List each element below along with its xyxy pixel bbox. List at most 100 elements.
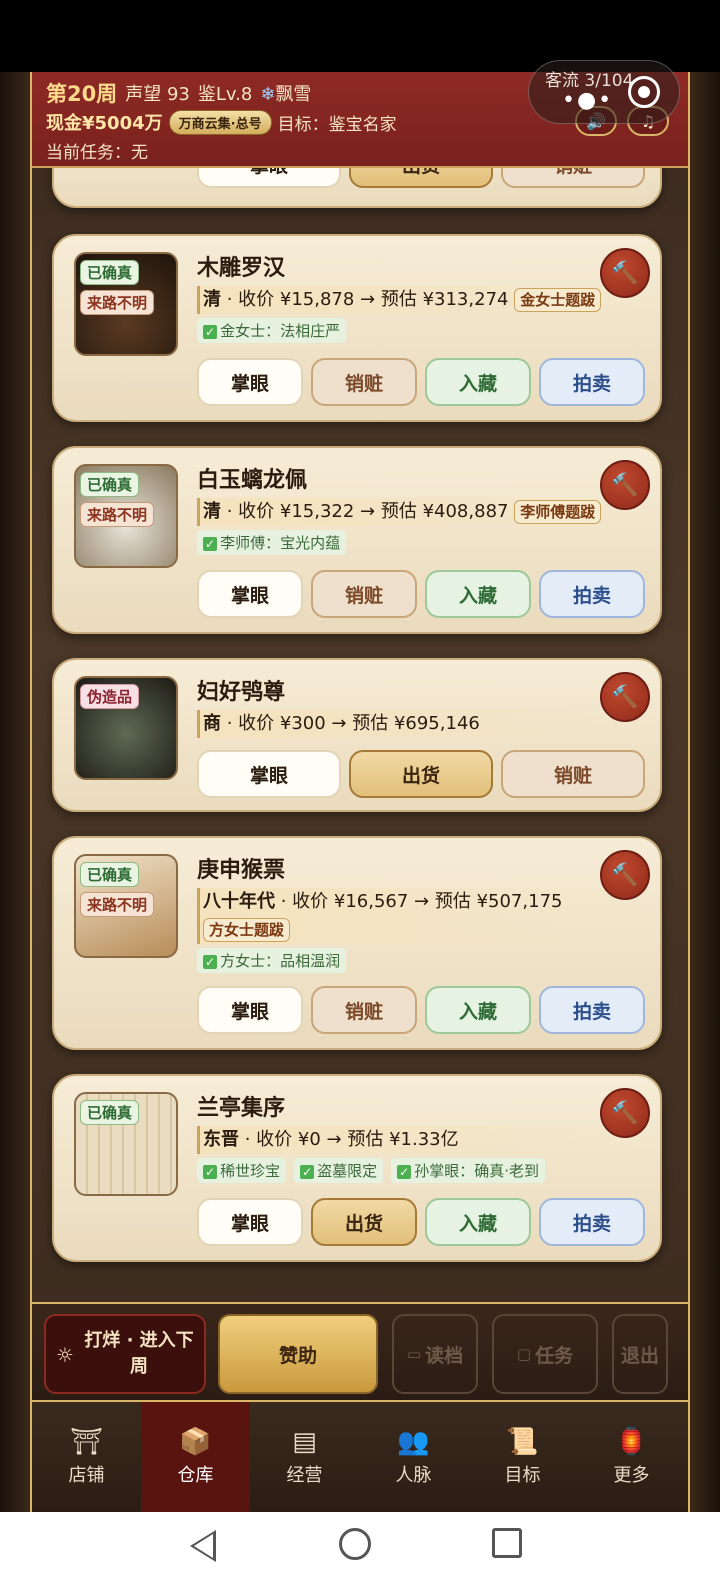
sun-icon: ☼ [56, 1343, 74, 1367]
collect-button[interactable]: 入藏 [425, 358, 531, 406]
close-capsule-icon[interactable] [628, 76, 660, 108]
ship-button[interactable]: 出货 [349, 168, 493, 188]
system-nav-bar [0, 1512, 720, 1588]
item-name: 庚申猴票 [197, 858, 286, 883]
load-button[interactable]: ▭ 读档 [392, 1314, 478, 1394]
appraise-button[interactable]: 掌眼 [197, 1198, 303, 1246]
hammer-button[interactable]: 🔨 [600, 850, 650, 900]
inventory-list[interactable]: 掌眼 出货 销赃 已确真 来路不明 木雕罗汉 清 · 收价 ¥15,878 → … [32, 168, 688, 1302]
fence-button[interactable]: 销赃 [311, 570, 417, 618]
collect-button[interactable]: 入藏 [425, 570, 531, 618]
item-info: 八十年代 · 收价 ¥16,567 → 预估 ¥507,175 方女士题跋 [197, 888, 647, 944]
hammer-button[interactable]: 🔨 [600, 248, 650, 298]
check-icon: ✓ [203, 955, 218, 969]
provenance-tag: 来路不明 [80, 892, 155, 917]
scroll-icon: 📜 [506, 1427, 539, 1457]
auction-button[interactable]: 拍卖 [539, 986, 645, 1034]
shop-icon: ⛩ [69, 1427, 103, 1457]
item-name: 兰亭集序 [197, 1096, 286, 1121]
week-label: 第20周 [46, 82, 118, 106]
game-frame: 第20周 声望 93 鉴Lv.8 ❄飘雪 现金¥5004万 万商云集·总号 目标… [0, 72, 720, 1512]
item-card: 伪造品 妇好鸮尊 商 · 收价 ¥300 → 预估 ¥695,146 掌眼 出货… [52, 658, 662, 812]
folder-icon: ▭ [406, 1345, 422, 1363]
appraise-button[interactable]: 掌眼 [197, 168, 341, 188]
collect-button[interactable]: 入藏 [425, 1198, 531, 1246]
item-thumbnail: 已确真 来路不明 [74, 854, 178, 958]
tab-bar: ⛩ 店铺 📦 仓库 ▤ 经营 👥 人脉 📜 目标 🏮 更多 [32, 1402, 688, 1512]
hammer-icon: 🔨 [611, 862, 639, 888]
people-icon: 👥 [397, 1427, 430, 1457]
hammer-button[interactable]: 🔨 [600, 672, 650, 722]
trait-chip: ✓ 盗墓限定 [294, 1158, 384, 1183]
auction-button[interactable]: 拍卖 [539, 570, 645, 618]
hammer-button[interactable]: 🔨 [600, 460, 650, 510]
ship-button[interactable]: 出货 [349, 750, 493, 798]
expert-chip: ✓ 方女士：品相温润 [197, 948, 347, 973]
more-dots-icon[interactable]: •●• [562, 88, 613, 113]
sponsor-button[interactable]: 赞助 [218, 1314, 378, 1394]
auction-button[interactable]: 拍卖 [539, 358, 645, 406]
check-icon: ✓ [300, 1165, 315, 1179]
tab-goals[interactable]: 📜 目标 [468, 1402, 577, 1512]
close-shop-button[interactable]: ☼ 打烊 · 进入下周 [44, 1314, 206, 1394]
exit-button[interactable]: 退出 [612, 1314, 668, 1394]
hammer-icon: 🔨 [611, 684, 639, 710]
weather: ❄飘雪 [260, 84, 312, 105]
item-card: 已确真 兰亭集序 东晋 · 收价 ¥0 → 预估 ¥1.33亿 ✓ 稀世珍宝 ✓ 盗… [52, 1074, 662, 1262]
appraise-level: 鉴Lv.8 [197, 84, 253, 105]
ship-button[interactable]: 出货 [311, 1198, 417, 1246]
current-task: 当前任务：无 [46, 143, 148, 163]
appraise-button[interactable]: 掌眼 [197, 570, 303, 618]
hammer-icon: 🔨 [611, 260, 639, 286]
provenance-tag: 来路不明 [80, 290, 155, 315]
goal: 目标：鉴宝名家 [277, 114, 397, 135]
hammer-icon: 🔨 [611, 1100, 639, 1126]
appraise-button[interactable]: 掌眼 [197, 358, 303, 406]
fence-button[interactable]: 销赃 [311, 986, 417, 1034]
expert-chip: ✓ 李师傅：宝光内蕴 [197, 530, 347, 555]
status-tag: 已确真 [80, 260, 140, 285]
fence-button[interactable]: 销赃 [311, 358, 417, 406]
expert-chip: ✓ 孙掌眼：确真·老到 [391, 1158, 545, 1183]
appraise-button[interactable]: 掌眼 [197, 986, 303, 1034]
recents-icon[interactable] [492, 1528, 522, 1558]
item-thumbnail: 已确真 来路不明 [74, 464, 178, 568]
item-info: 清 · 收价 ¥15,878 → 预估 ¥313,274 金女士题跋 [197, 286, 647, 314]
back-icon[interactable] [190, 1530, 216, 1562]
tab-business[interactable]: ▤ 经营 [250, 1402, 359, 1512]
appraise-button[interactable]: 掌眼 [197, 750, 341, 798]
status-tag: 已确真 [80, 472, 140, 497]
game-area: 第20周 声望 93 鉴Lv.8 ❄飘雪 现金¥5004万 万商云集·总号 目标… [30, 72, 690, 1512]
seal-tag: 方女士题跋 [203, 918, 291, 942]
trait-chip: ✓ 稀世珍宝 [197, 1158, 287, 1183]
shop-badge[interactable]: 万商云集·总号 [168, 109, 272, 135]
ledger-icon: ▤ [292, 1427, 317, 1457]
auction-button[interactable]: 拍卖 [539, 1198, 645, 1246]
tab-more[interactable]: 🏮 更多 [577, 1402, 686, 1512]
more-icon: 🏮 [615, 1427, 648, 1457]
task-icon: ▢ [516, 1345, 532, 1363]
hammer-icon: 🔨 [611, 472, 639, 498]
hammer-button[interactable]: 🔨 [600, 1088, 650, 1138]
item-name: 妇好鸮尊 [197, 680, 286, 705]
item-info: 商 · 收价 ¥300 → 预估 ¥695,146 [197, 710, 647, 738]
action-bar: ☼ 打烊 · 进入下周 赞助 ▭ 读档 ▢ 任务 退出 [32, 1302, 688, 1402]
item-card-partial: 掌眼 出货 销赃 [52, 168, 662, 208]
home-icon[interactable] [339, 1528, 371, 1560]
expert-chip: ✓ 金女士：法相庄严 [197, 318, 347, 343]
snowflake-icon: ❄ [260, 84, 276, 105]
item-card: 已确真 来路不明 庚申猴票 八十年代 · 收价 ¥16,567 → 预估 ¥50… [52, 836, 662, 1050]
status-tag: 伪造品 [80, 684, 140, 709]
status-tag: 已确真 [80, 1100, 140, 1125]
tasks-button[interactable]: ▢ 任务 [492, 1314, 598, 1394]
item-thumbnail: 已确真 [74, 1092, 178, 1196]
tab-warehouse[interactable]: 📦 仓库 [141, 1402, 250, 1512]
collect-button[interactable]: 入藏 [425, 986, 531, 1034]
cash: 现金¥5004万 [46, 113, 163, 134]
fence-button[interactable]: 销赃 [501, 750, 645, 798]
tab-shop[interactable]: ⛩ 店铺 [32, 1402, 141, 1512]
tab-contacts[interactable]: 👥 人脉 [359, 1402, 468, 1512]
seal-tag: 金女士题跋 [514, 288, 602, 312]
fence-button[interactable]: 销赃 [501, 168, 645, 188]
reputation: 声望 93 [125, 84, 190, 105]
